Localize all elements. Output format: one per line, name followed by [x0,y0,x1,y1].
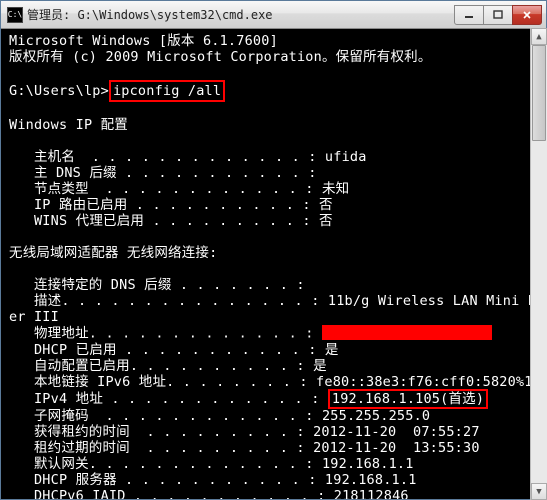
ip-routing-value: 否 [311,197,333,213]
ip-config-heading: Windows IP 配置 [9,117,128,133]
autoconf-label: 自动配置已启用. . . . . . . . . . : [9,358,305,374]
ipv6-local-label: 本地链接 IPv6 地址. . . . . . . . : [9,374,308,390]
gateway-value: 192.168.1.1 [314,456,414,472]
header-line-2: 版权所有 (c) 2009 Microsoft Corporation。保留所有… [9,49,432,65]
wins-proxy-value: 否 [311,213,333,229]
command-highlight: ipconfig /all [109,80,225,102]
physical-addr-label: 物理地址. . . . . . . . . . . . . : [9,326,314,342]
dhcpv6-iaid-label: DHCPv6 IAID . . . . . . . . . . . : [9,488,325,499]
cmd-icon: C:\ [7,7,23,23]
wins-proxy-label: WINS 代理已启用 . . . . . . . . . : [9,213,311,229]
maximize-button[interactable] [483,5,513,25]
description-cont: er III [9,309,59,325]
dhcp-enabled-value: 是 [317,342,339,358]
lease-expires-label: 租约过期的时间 . . . . . . . . . : [9,440,305,456]
close-icon [522,10,532,20]
scrollbar-track[interactable] [531,45,547,483]
window-title: 管理员: G:\Windows\system32\cmd.exe [27,6,455,23]
lease-obtained-label: 获得租约的时间 . . . . . . . . . : [9,424,305,440]
lease-expires-value: 2012-11-20 13:55:30 [305,440,480,456]
node-type-value: 未知 [314,181,350,197]
terminal-output: Microsoft Windows [版本 6.1.7600] 版权所有 (c)… [1,29,546,499]
description-value: 11b/g Wireless LAN Mini PCI Ex [320,293,546,309]
lease-obtained-value: 2012-11-20 07:55:27 [305,424,480,440]
subnet-value: 255.255.255.0 [314,408,431,424]
dhcp-server-label: DHCP 服务器 . . . . . . . . . . . : [9,472,317,488]
window-buttons [455,5,542,25]
host-name-label: 主机名 . . . . . . . . . . . . . : [9,149,317,165]
minimize-icon [464,10,474,20]
window-titlebar: C:\ 管理员: G:\Windows\system32\cmd.exe [1,1,546,29]
ip-routing-label: IP 路由已启用 . . . . . . . . . . : [9,197,311,213]
dhcpv6-iaid-value: 218112846 [325,488,408,499]
subnet-label: 子网掩码 . . . . . . . . . . . . : [9,408,314,424]
scrollbar-thumb[interactable] [532,45,546,141]
physical-addr-redacted [322,325,492,340]
ipv4-value: 192.168.1.105(首选) [332,391,484,407]
dns-suffix-label: 主 DNS 后缀 . . . . . . . . . . . : [9,165,317,181]
close-button[interactable] [512,5,542,25]
ipv6-local-value: fe80::38e3:f76:cff0:5820%13(首 [308,374,546,390]
command-text: ipconfig /all [113,83,221,99]
node-type-label: 节点类型 . . . . . . . . . . . . : [9,181,314,197]
ipv4-highlight: 192.168.1.105(首选) [328,389,488,409]
host-name-value: ufida [317,149,367,165]
autoconf-value: 是 [305,358,327,374]
adapter-heading: 无线局域网适配器 无线网络连接: [9,245,217,261]
dhcp-enabled-label: DHCP 已启用 . . . . . . . . . . . : [9,342,317,358]
header-line-1: Microsoft Windows [版本 6.1.7600] [9,33,278,49]
gateway-label: 默认网关. . . . . . . . . . . . . : [9,456,314,472]
scroll-down-button[interactable]: ▼ [531,483,547,500]
description-label: 描述. . . . . . . . . . . . . . . : [9,293,320,309]
maximize-icon [493,10,503,20]
minimize-button[interactable] [454,5,484,25]
vertical-scrollbar[interactable]: ▲ ▼ [530,28,547,500]
conn-dns-label: 连接特定的 DNS 后缀 . . . . . . . : [9,277,305,293]
dhcp-server-value: 192.168.1.1 [317,472,417,488]
scroll-up-button[interactable]: ▲ [531,28,547,45]
ipv4-label: IPv4 地址 . . . . . . . . . . . . : [9,391,320,407]
prompt-path: G:\Users\lp> [9,83,109,99]
